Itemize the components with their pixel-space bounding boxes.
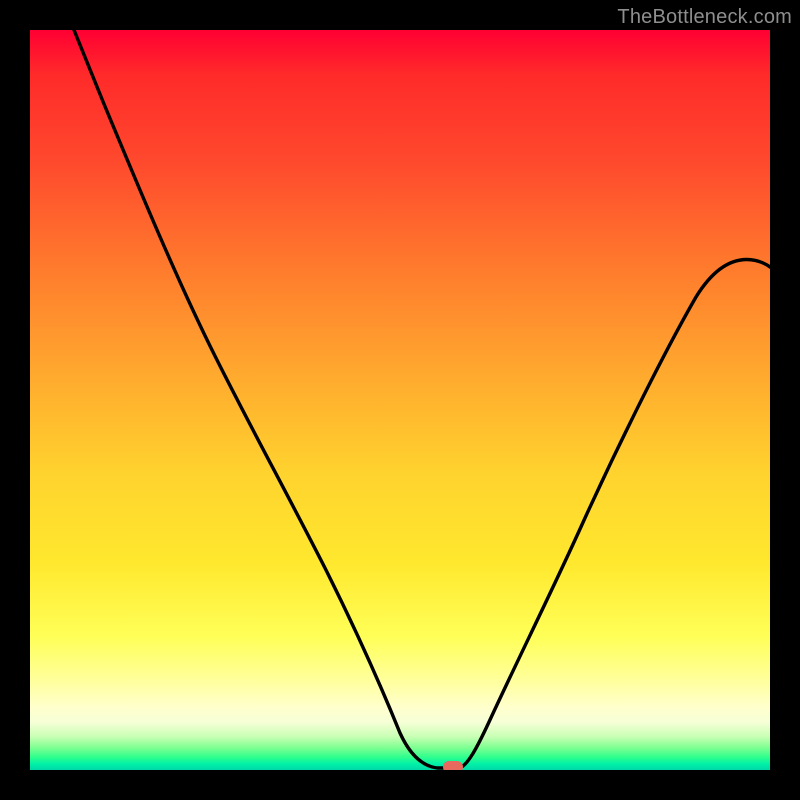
curve-layer (30, 30, 770, 770)
plot-area (30, 30, 770, 770)
bottleneck-curve (74, 30, 770, 768)
watermark-text: TheBottleneck.com (617, 6, 792, 29)
optimum-marker (443, 761, 463, 770)
chart-container: TheBottleneck.com (0, 0, 800, 800)
